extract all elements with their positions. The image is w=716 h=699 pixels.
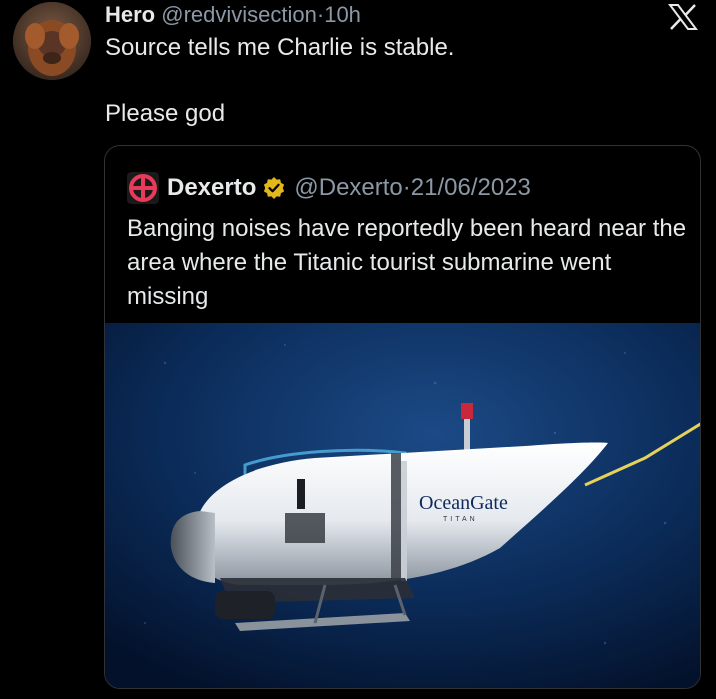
- dexerto-logo-icon: [127, 172, 159, 204]
- avatar[interactable]: [13, 2, 91, 80]
- timestamp[interactable]: 10h: [324, 2, 361, 27]
- tweet-text-line1: Source tells me Charlie is stable.: [105, 34, 455, 61]
- author-name[interactable]: Hero: [105, 2, 155, 27]
- tweet-header: Hero @redvivisection·10h: [105, 2, 361, 28]
- orangutan-avatar-image: [13, 2, 91, 80]
- quoted-author-handle[interactable]: @Dexerto: [294, 174, 402, 202]
- quoted-tweet-text: Banging noises have reportedly been hear…: [127, 215, 687, 310]
- quoted-separator-dot: ·: [402, 174, 411, 201]
- quoted-tweet-header: Dexerto @Dexerto · 21/06/2023: [127, 172, 531, 204]
- author-handle[interactable]: @redvivisection: [161, 2, 317, 27]
- oceangate-brand-text: OceanGate: [419, 492, 508, 514]
- quoted-author-name[interactable]: Dexerto: [167, 174, 256, 202]
- tweet-text-line2: Please god: [105, 100, 226, 127]
- x-logo-icon: [668, 4, 698, 30]
- quoted-tweet-card[interactable]: Dexerto @Dexerto · 21/06/2023 Banging nois…: [104, 145, 701, 689]
- verified-badge-icon: [264, 177, 285, 199]
- submarine-image[interactable]: OceanGate TITAN: [105, 323, 701, 689]
- tweet-text: Source tells me Charlie is stable. Pleas…: [105, 33, 454, 129]
- titan-sub-text: TITAN: [443, 516, 478, 523]
- quoted-date[interactable]: 21/06/2023: [411, 174, 531, 202]
